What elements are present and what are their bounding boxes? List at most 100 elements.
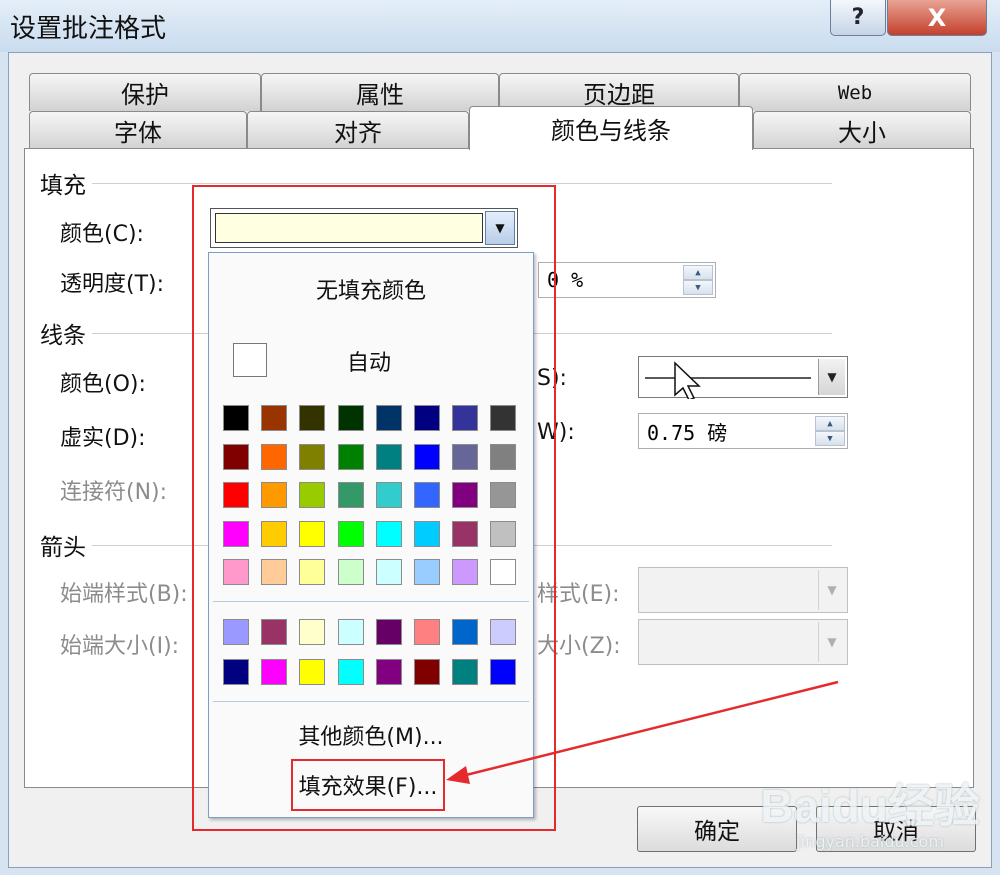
color-swatch[interactable] — [413, 619, 440, 645]
color-swatch[interactable] — [375, 443, 402, 470]
color-swatch[interactable] — [490, 559, 517, 585]
lines-section-title: 线条 — [40, 323, 86, 349]
close-button[interactable]: X — [887, 0, 987, 36]
color-swatch[interactable] — [452, 405, 479, 431]
color-swatch[interactable] — [261, 405, 288, 431]
color-swatch[interactable] — [337, 559, 364, 585]
color-swatch[interactable] — [490, 520, 517, 547]
color-swatch[interactable] — [223, 482, 249, 508]
spin-up-icon[interactable]: ▲ — [683, 265, 713, 280]
fill-section-title: 填充 — [40, 173, 86, 199]
chevron-down-icon[interactable]: ▼ — [818, 359, 845, 395]
tab-protection[interactable]: 保护 — [29, 73, 261, 111]
color-swatch[interactable] — [299, 443, 326, 470]
line-weight-input[interactable]: 0.75 磅 ▲ ▼ — [638, 413, 848, 449]
color-swatch[interactable] — [452, 482, 479, 508]
color-swatch[interactable] — [337, 405, 364, 431]
color-swatch[interactable] — [337, 659, 364, 685]
color-swatch[interactable] — [452, 659, 479, 685]
line-color-label: 颜色(O): — [60, 372, 146, 397]
color-swatch[interactable] — [261, 520, 288, 547]
color-swatch[interactable] — [375, 619, 402, 645]
window-title: 设置批注格式 — [10, 14, 167, 44]
color-swatch[interactable] — [337, 443, 364, 470]
watermark-logo: Baidu经验 — [760, 780, 980, 832]
color-swatch[interactable] — [261, 659, 288, 685]
color-swatch[interactable] — [223, 443, 249, 470]
auto-color-option[interactable]: 自动 — [347, 345, 391, 377]
color-swatch[interactable] — [375, 520, 402, 547]
fill-effects-option[interactable]: 填充效果(F)... — [291, 759, 445, 811]
color-swatch[interactable] — [223, 520, 249, 547]
color-swatch[interactable] — [413, 443, 440, 470]
transparency-input[interactable]: 0 % ▲ ▼ — [538, 262, 716, 298]
color-swatch[interactable] — [299, 559, 326, 585]
more-colors-option[interactable]: 其他颜色(M)... — [209, 719, 533, 751]
tab-web[interactable]: Web — [739, 73, 971, 111]
arrows-section-title: 箭头 — [40, 535, 86, 561]
tab-font[interactable]: 字体 — [29, 111, 247, 149]
color-swatch[interactable] — [299, 619, 326, 645]
color-swatch[interactable] — [299, 482, 326, 508]
tab-size[interactable]: 大小 — [753, 111, 971, 149]
chart-color-grid — [223, 619, 517, 685]
color-swatch[interactable] — [375, 405, 402, 431]
connector-label: 连接符(N): — [60, 480, 168, 505]
color-swatch[interactable] — [261, 443, 288, 470]
palette-divider — [213, 601, 529, 602]
no-fill-option[interactable]: 无填充颜色 — [209, 273, 533, 305]
color-swatch[interactable] — [223, 559, 249, 585]
color-swatch[interactable] — [299, 405, 326, 431]
color-swatch[interactable] — [375, 559, 402, 585]
tab-colors-and-lines[interactable]: 颜色与线条 — [469, 106, 753, 150]
color-swatch[interactable] — [452, 443, 479, 470]
color-swatch[interactable] — [299, 520, 326, 547]
spin-down-icon[interactable]: ▼ — [683, 280, 713, 295]
color-swatch[interactable] — [490, 405, 517, 431]
color-swatch[interactable] — [223, 659, 249, 685]
color-swatch[interactable] — [490, 659, 517, 685]
color-swatch[interactable] — [413, 559, 440, 585]
color-swatch[interactable] — [413, 659, 440, 685]
spin-up-icon[interactable]: ▲ — [815, 416, 845, 431]
spin-down-icon[interactable]: ▼ — [815, 431, 845, 446]
transparency-spinner[interactable]: ▲ ▼ — [683, 265, 713, 295]
color-swatch[interactable] — [375, 659, 402, 685]
color-swatch[interactable] — [490, 443, 517, 470]
color-swatch[interactable] — [337, 520, 364, 547]
color-swatch[interactable] — [375, 482, 402, 508]
color-swatch[interactable] — [337, 619, 364, 645]
standard-color-grid — [223, 405, 517, 585]
color-swatch[interactable] — [223, 619, 249, 645]
color-swatch[interactable] — [452, 559, 479, 585]
color-swatch[interactable] — [299, 659, 326, 685]
chevron-down-icon[interactable]: ▼ — [485, 211, 515, 245]
help-button[interactable]: ? — [830, 0, 886, 36]
tab-alignment[interactable]: 对齐 — [247, 111, 469, 149]
begin-size-label: 始端大小(I): — [60, 634, 180, 659]
chevron-down-icon: ▼ — [818, 622, 845, 662]
color-swatch[interactable] — [223, 405, 249, 431]
color-swatch[interactable] — [452, 520, 479, 547]
transparency-label: 透明度(T): — [60, 272, 165, 297]
color-swatch[interactable] — [452, 619, 479, 645]
mouse-cursor-icon — [674, 361, 701, 399]
close-icon: X — [927, 3, 947, 32]
fill-color-combo[interactable]: ▼ — [210, 208, 518, 248]
color-swatch[interactable] — [261, 559, 288, 585]
line-weight-spinner[interactable]: ▲ ▼ — [815, 416, 845, 446]
watermark: Baidu经验 jingyan.baidu.com — [760, 770, 980, 851]
color-swatch[interactable] — [261, 482, 288, 508]
help-icon: ? — [851, 5, 865, 30]
color-swatch[interactable] — [413, 405, 440, 431]
color-swatch[interactable] — [490, 482, 517, 508]
tab-properties[interactable]: 属性 — [261, 73, 499, 111]
color-swatch[interactable] — [490, 619, 517, 645]
auto-color-swatch[interactable] — [233, 343, 267, 377]
color-swatch[interactable] — [413, 520, 440, 547]
line-style-combo[interactable]: ▼ — [638, 356, 848, 399]
color-swatch[interactable] — [413, 482, 440, 508]
color-swatch[interactable] — [261, 619, 288, 645]
color-swatch[interactable] — [337, 482, 364, 508]
title-bar: 设置批注格式 ? X — [0, 0, 1000, 52]
